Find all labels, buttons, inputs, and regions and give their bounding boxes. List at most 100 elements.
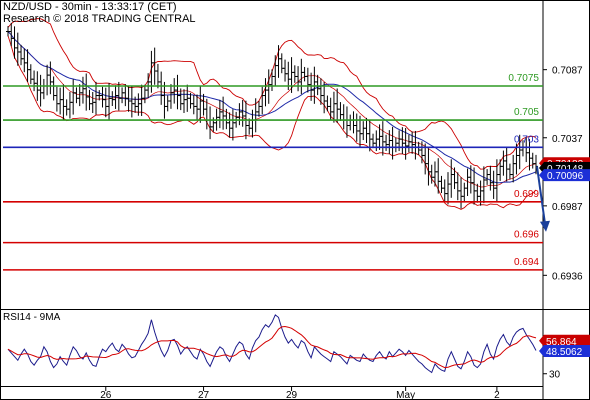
candle <box>38 74 43 107</box>
candle <box>28 64 33 85</box>
candle <box>217 99 222 129</box>
candle <box>348 114 353 131</box>
candle <box>25 49 30 82</box>
candle <box>354 113 359 142</box>
outer-frame <box>0 0 590 400</box>
price-candles <box>6 22 538 209</box>
candle <box>208 106 213 140</box>
chart-subtitle: Research © 2018 TRADING CENTRAL <box>3 13 196 25</box>
candle <box>256 100 261 117</box>
candle <box>100 86 105 108</box>
candle <box>64 99 69 116</box>
candle <box>45 64 50 96</box>
chart-canvas: 0.7075 0.705 0.703 0.699 0.696 0.694 3056.864… <box>0 0 590 400</box>
support-resistance-levels: 0.7075 0.705 0.703 0.699 0.696 0.694 <box>3 73 543 271</box>
price-axis: 0.70870.70370.69870.69360.701830.701480.… <box>539 66 590 282</box>
candle <box>94 81 98 115</box>
candle <box>504 147 509 182</box>
candle <box>51 76 56 101</box>
candle <box>292 65 297 83</box>
candle <box>110 91 115 107</box>
candle <box>273 55 278 86</box>
candle <box>270 69 274 92</box>
candle <box>296 66 301 92</box>
candle <box>279 53 284 74</box>
candle <box>54 86 59 112</box>
price-badge: 0.70096 <box>539 169 590 182</box>
candle <box>276 45 281 78</box>
candle <box>22 48 27 73</box>
grid-layer <box>0 0 590 400</box>
time-tick-label: 29 <box>286 390 298 400</box>
candle <box>393 137 398 153</box>
candle <box>442 179 447 202</box>
candle <box>168 84 173 109</box>
price-tick-label: 0.7087 <box>552 66 583 77</box>
candle <box>328 97 333 120</box>
candle <box>455 172 460 201</box>
candle <box>227 112 232 138</box>
candle <box>459 177 464 209</box>
candle <box>80 76 85 104</box>
candle <box>32 70 37 92</box>
chart-title: NZD/USD - 30min - 13:33:17 (CET) <box>3 1 177 13</box>
candle <box>446 172 450 205</box>
level-label: 0.696 <box>514 230 539 241</box>
candle <box>61 84 66 121</box>
time-axis: 26 27 29 May 2 <box>100 386 500 400</box>
candle <box>377 124 382 150</box>
forecast-arrow-head <box>540 220 550 232</box>
candle <box>335 88 340 123</box>
bollinger-bands <box>7 18 537 210</box>
candle <box>449 159 454 198</box>
candle <box>351 111 356 134</box>
candle <box>423 143 428 175</box>
candle <box>488 165 493 191</box>
candle <box>289 57 294 93</box>
level-label: 0.703 <box>514 134 539 145</box>
candle <box>436 158 441 194</box>
rsi-ma-line <box>7 325 537 369</box>
rsi-badge-text: 48.5062 <box>546 347 583 358</box>
candle <box>123 84 128 107</box>
candle <box>494 159 499 202</box>
time-tick-label: 26 <box>100 390 112 400</box>
rsi-tick-label: 30 <box>549 370 561 381</box>
candle <box>305 67 310 93</box>
candle <box>237 103 242 126</box>
bollinger-lower <box>7 35 537 210</box>
candle <box>155 63 160 89</box>
candle <box>71 79 76 115</box>
price-tick-label: 0.6936 <box>552 271 583 282</box>
candle <box>74 87 79 104</box>
time-tick-label: 2 <box>494 390 500 400</box>
candle <box>84 73 89 111</box>
candle <box>175 74 180 110</box>
candle <box>498 159 503 181</box>
candle <box>406 134 411 153</box>
candle <box>384 134 389 151</box>
time-tick-label: May <box>396 390 415 400</box>
candle <box>41 78 46 100</box>
candle <box>481 166 486 204</box>
candle <box>263 78 268 107</box>
candle <box>530 152 535 169</box>
candle <box>67 92 72 119</box>
candle <box>361 121 366 141</box>
bollinger-middle <box>7 31 537 188</box>
candle <box>230 109 235 141</box>
candle <box>468 165 473 194</box>
price-tick-label: 0.6987 <box>552 202 583 213</box>
rsi-line <box>7 314 537 374</box>
candle <box>58 87 63 115</box>
candle <box>142 84 147 104</box>
candle <box>452 167 457 190</box>
candle <box>191 94 196 115</box>
candle <box>224 108 229 130</box>
candle <box>139 84 144 116</box>
candle <box>315 74 320 96</box>
candle <box>240 99 245 127</box>
candle <box>87 89 92 111</box>
candle <box>413 130 418 160</box>
candle <box>162 81 167 119</box>
